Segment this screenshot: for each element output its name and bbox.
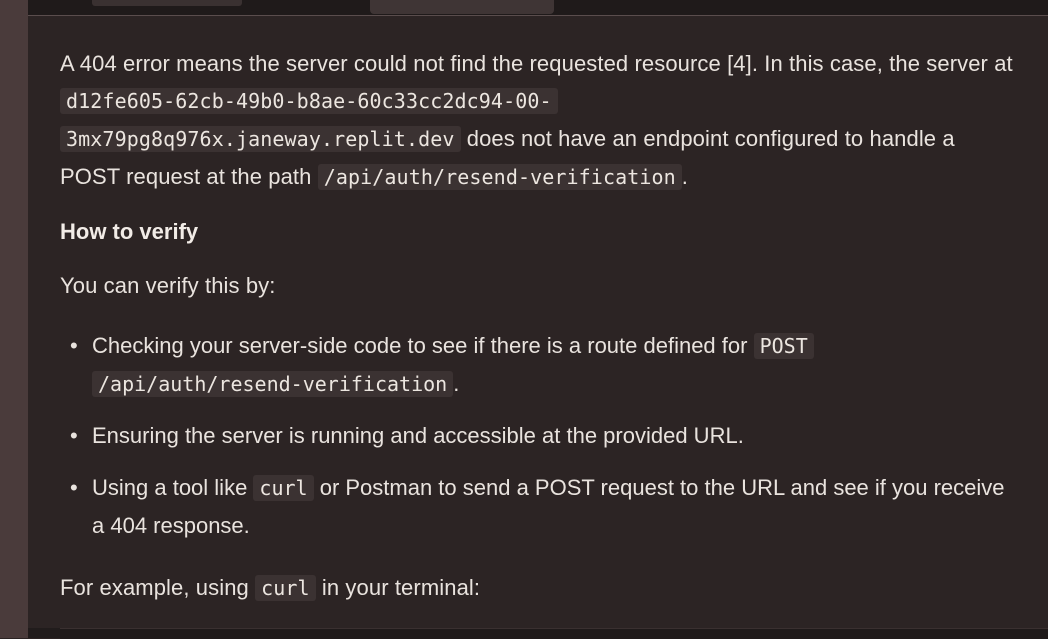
ghost-text: [92, 0, 242, 6]
server-url-code-line1: d12fe605-62cb-49b0-b8ae-60c33cc2dc94-00-: [60, 88, 558, 114]
verification-list: • Checking your server-side code to see …: [60, 327, 1010, 559]
example-text-b: in your terminal:: [315, 575, 481, 600]
code-block-top-edge: [60, 628, 1048, 639]
section-heading: How to verify: [60, 219, 199, 244]
endpoint-path-code: /api/auth/resend-verification: [317, 164, 682, 190]
inline-code: curl: [255, 575, 316, 601]
explanation-text-c: .: [681, 164, 689, 189]
inline-code: curl: [253, 475, 314, 501]
example-paragraph: For example, using curl in your terminal…: [60, 569, 1020, 607]
server-url-code-line2: 3mx79pg8q976x.janeway.replit.dev: [60, 126, 461, 152]
list-item-text: Checking your server-side code to see if…: [92, 333, 754, 358]
list-item-text: .: [453, 371, 460, 396]
inline-code: /api/auth/resend-verification: [92, 371, 454, 397]
inline-code: POST: [753, 333, 814, 359]
explanation-paragraph: A 404 error means the server could not f…: [60, 45, 1020, 196]
bullet-dot: •: [70, 475, 78, 500]
bullet-dot: •: [70, 423, 78, 448]
list-item: • Checking your server-side code to see …: [60, 327, 1010, 403]
list-item-text: Using a tool like: [92, 475, 254, 500]
left-rail-bottom: [28, 628, 60, 638]
bullet-dot: •: [70, 333, 78, 358]
previous-content-strip: [0, 0, 1048, 16]
example-text-a: For example, using: [60, 575, 256, 600]
list-item: • Ensuring the server is running and acc…: [60, 417, 1010, 455]
ghost-code: [370, 0, 554, 14]
chat-message-body: A 404 error means the server could not f…: [28, 16, 1048, 638]
intro-paragraph: You can verify this by:: [60, 273, 276, 298]
left-rail: [0, 0, 28, 638]
explanation-text-a: A 404 error means the server could not f…: [60, 51, 1013, 76]
list-item: • Using a tool like curl or Postman to s…: [60, 469, 1010, 545]
list-item-text: Ensuring the server is running and acces…: [92, 423, 744, 448]
